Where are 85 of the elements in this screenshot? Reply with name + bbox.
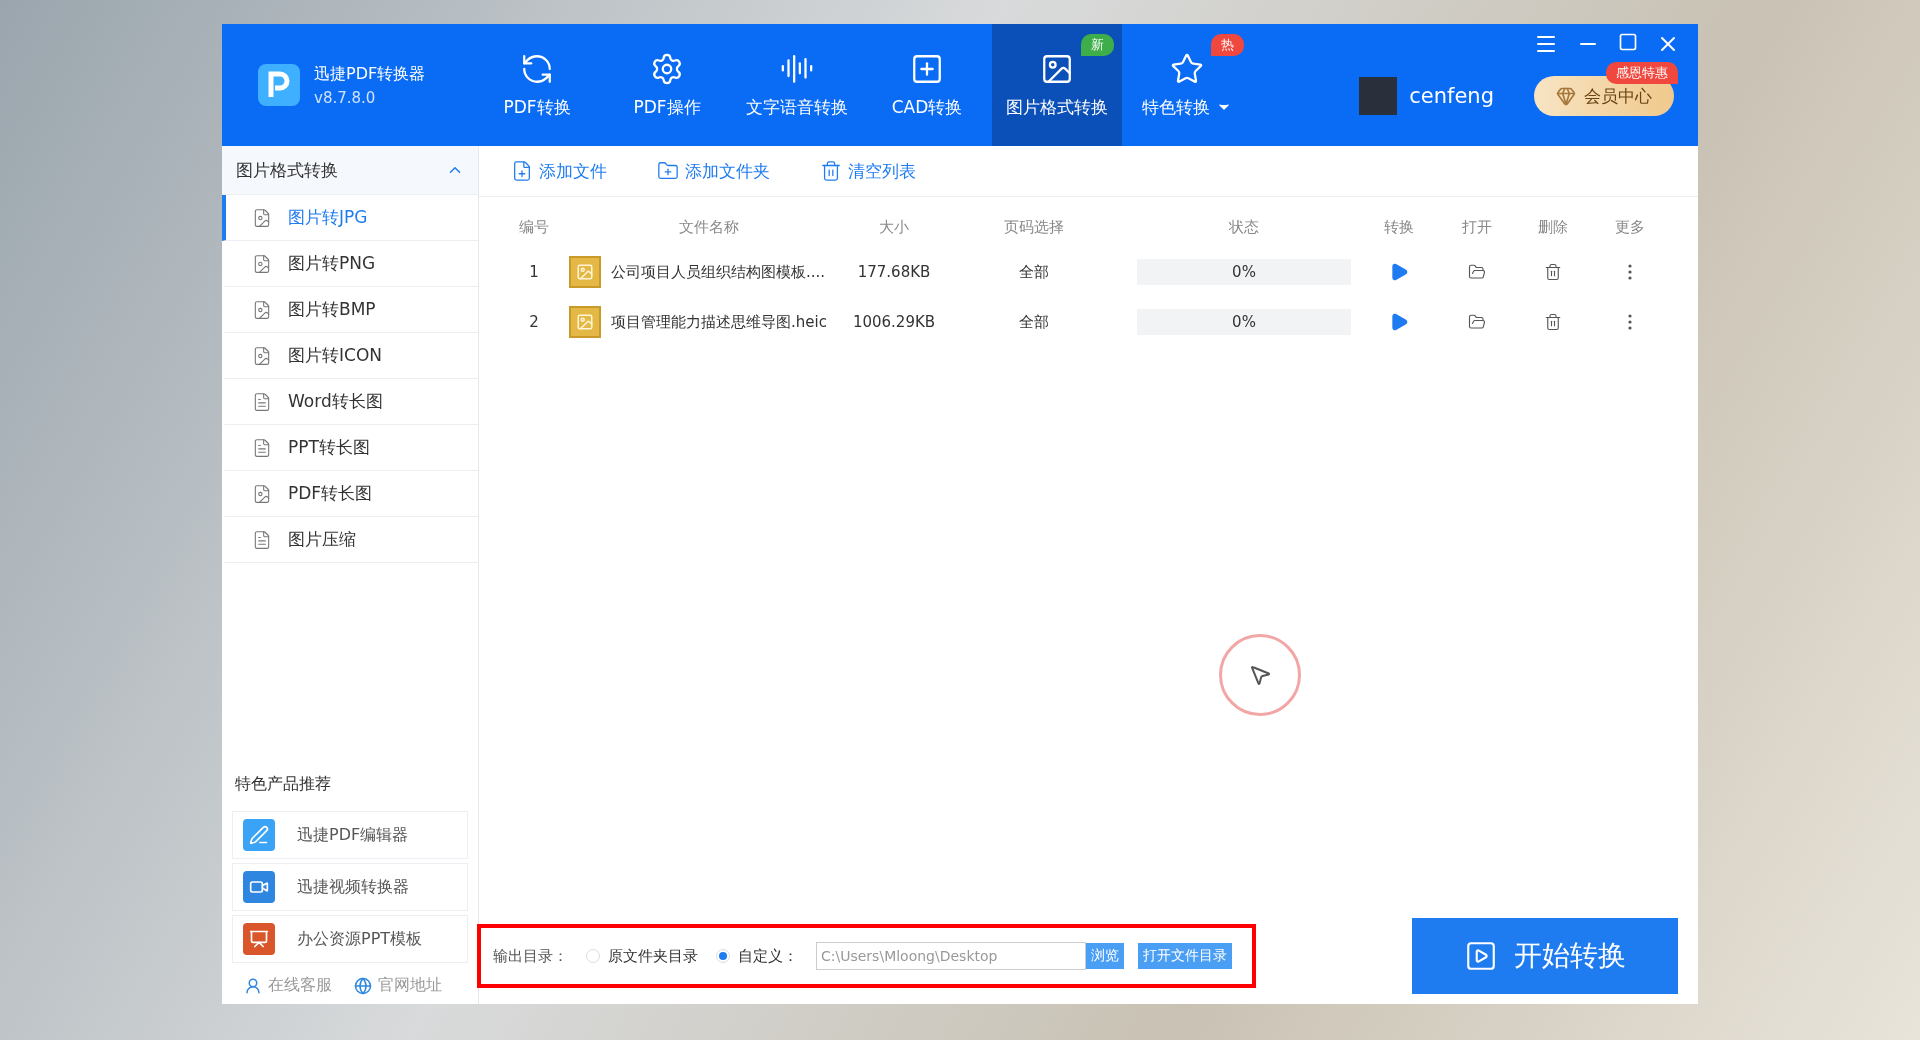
table-cell-text: 全部	[1018, 261, 1050, 283]
more-icon	[1628, 314, 1632, 330]
toolbar-button[interactable]: 清空列表	[814, 158, 922, 184]
play-icon	[1389, 262, 1409, 282]
gear-icon	[650, 51, 684, 86]
trash-icon	[820, 160, 842, 182]
camera-app-icon	[243, 871, 275, 903]
folder-icon	[1468, 263, 1486, 281]
person-icon	[244, 976, 262, 995]
file-name: 项目管理能力描述思维导图.heic	[611, 312, 827, 332]
trash-icon	[1544, 263, 1562, 281]
column-header: 大小	[878, 216, 910, 238]
radio-option[interactable]: 自定义：	[716, 946, 798, 966]
column-header: 编号	[518, 216, 550, 238]
star-icon	[1170, 51, 1204, 86]
sidebar-section-header[interactable]: 图片格式转换	[222, 146, 478, 195]
toolbar-button[interactable]: 添加文件夹	[651, 158, 776, 184]
column-header: 状态	[1228, 216, 1260, 238]
image-file-icon	[252, 345, 272, 366]
promo-title: 特色产品推荐	[234, 774, 332, 795]
more-icon	[1628, 264, 1632, 280]
table-cell-text: 177.68KB	[856, 262, 932, 283]
image-file-icon	[252, 207, 272, 228]
app-logo-icon	[258, 64, 300, 106]
image-file-icon	[569, 256, 601, 288]
add-file-icon	[511, 160, 533, 182]
slides-app-icon	[243, 923, 275, 955]
pen-app-icon	[243, 819, 275, 851]
table-cell-text: 1006.29KB	[851, 312, 937, 333]
product-card[interactable]: 迅捷视频转换器	[232, 863, 468, 911]
document-icon	[252, 391, 272, 412]
play-square-icon	[1464, 939, 1498, 973]
nav-tab[interactable]: PDF操作	[602, 24, 732, 146]
image-file-icon	[569, 306, 601, 338]
nav-badge: 新	[1081, 34, 1114, 56]
output-label: 输出目录：	[493, 946, 568, 966]
user-name: cenfeng	[1409, 84, 1494, 108]
trash-icon	[1544, 313, 1562, 331]
diamond-icon	[1556, 86, 1576, 106]
progress-text: 0%	[1232, 263, 1256, 281]
table-cell-text: 2	[528, 312, 540, 333]
image-file-icon	[252, 299, 272, 320]
nav-tab[interactable]: 新 图片格式转换	[992, 24, 1122, 146]
column-header: 打开	[1461, 216, 1493, 238]
file-name: 公司项目人员组织结构图模板....	[611, 262, 826, 282]
radio-option[interactable]: 原文件夹目录	[586, 946, 698, 966]
sidebar-item[interactable]: 图片转JPG	[222, 195, 478, 241]
sidebar-item[interactable]: 图片压缩	[222, 517, 478, 563]
sidebar-item[interactable]: 图片转PNG	[222, 241, 478, 287]
add-folder-icon	[657, 160, 679, 182]
app-version: v8.7.8.0	[314, 88, 377, 107]
column-header: 更多	[1614, 216, 1646, 238]
toolbar-button[interactable]: 添加文件	[505, 158, 613, 184]
sidebar-item[interactable]: 图片转ICON	[222, 333, 478, 379]
nav-tab[interactable]: PDF转换	[472, 24, 602, 146]
column-header: 文件名称	[678, 216, 740, 238]
table-cell-text: 全部	[1018, 311, 1050, 333]
avatar-picture	[1359, 77, 1398, 115]
nav-tab[interactable]: CAD转换	[862, 24, 992, 146]
document-icon	[252, 437, 272, 458]
cursor-icon	[1248, 663, 1272, 687]
sidebar-item[interactable]: PDF转长图	[222, 471, 478, 517]
image-file-icon	[252, 483, 272, 504]
column-header: 删除	[1537, 216, 1569, 238]
nav-tab[interactable]: 文字语音转换	[732, 24, 862, 146]
promo-badge: 感恩特惠	[1606, 62, 1678, 84]
maximize-icon[interactable]	[1618, 32, 1638, 52]
product-card[interactable]: 办公资源PPT模板	[232, 915, 468, 963]
document-icon	[252, 529, 272, 550]
image-file-icon	[252, 253, 272, 274]
nav-tab[interactable]: 热 特色转换	[1122, 24, 1252, 146]
start-button[interactable]: 开始转换	[1412, 918, 1678, 994]
sidebar-item[interactable]: 图片转BMP	[222, 287, 478, 333]
sidebar-item[interactable]: PPT转长图	[222, 425, 478, 471]
progress-text: 0%	[1232, 313, 1256, 331]
column-header: 页码选择	[1003, 216, 1065, 238]
globe-icon	[354, 976, 372, 995]
product-card[interactable]: 迅捷PDF编辑器	[232, 811, 468, 859]
folder-icon	[1468, 313, 1486, 331]
table-cell-text: 1	[528, 262, 540, 283]
play-icon	[1389, 312, 1409, 332]
sidebar-item[interactable]: Word转长图	[222, 379, 478, 425]
nav-badge: 热	[1211, 34, 1244, 56]
app-name: 迅捷PDF转换器	[314, 63, 426, 85]
column-header: 转换	[1383, 216, 1415, 238]
